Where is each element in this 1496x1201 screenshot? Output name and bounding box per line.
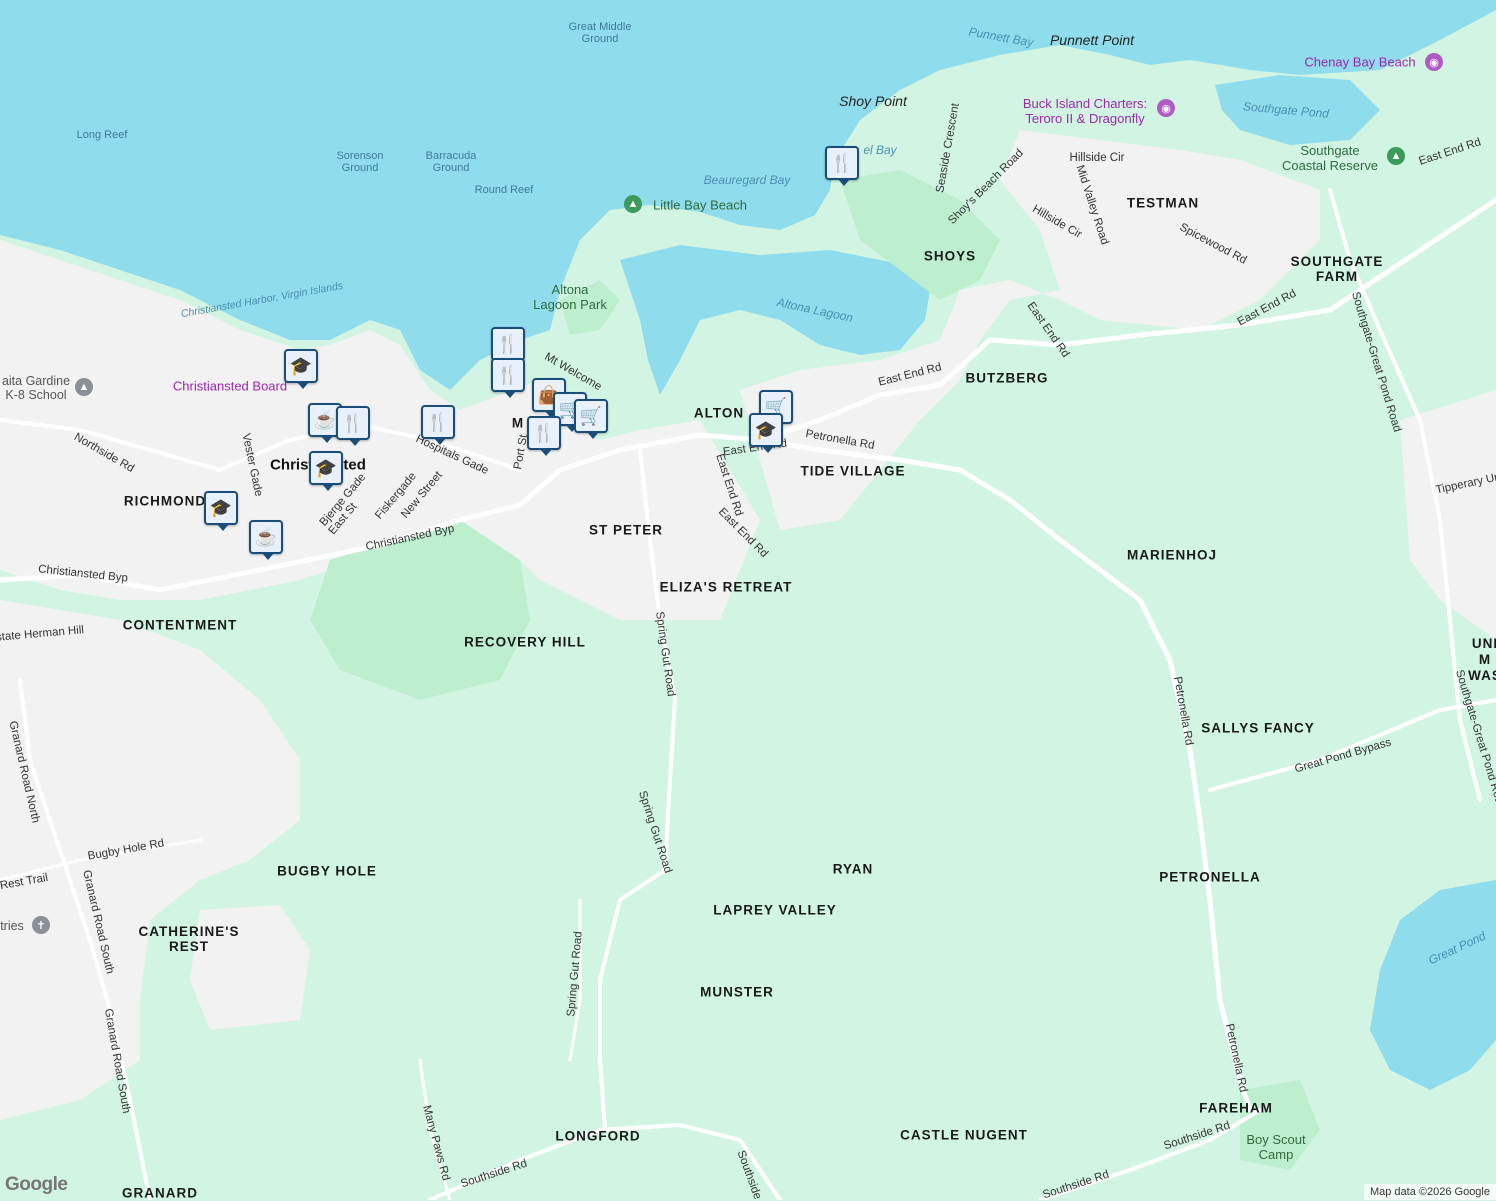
map-canvas[interactable] [0, 0, 1496, 1200]
school-icon: 🎓 [289, 355, 313, 376]
restaurant-marker[interactable]: 🍴 [527, 416, 561, 456]
school-icon: 🎓 [209, 497, 233, 518]
fork-knife-icon: 🍴 [341, 412, 365, 433]
fork-knife-icon: 🍴 [496, 333, 520, 354]
camera-icon[interactable]: ◉ [1157, 99, 1175, 117]
school-marker[interactable]: 🎓 [309, 451, 343, 491]
school-marker[interactable]: 🎓 [749, 413, 783, 453]
google-logo: Google [5, 1174, 68, 1195]
restaurant-marker[interactable]: 🍴 [421, 405, 455, 445]
cart-icon: 🛒 [579, 405, 603, 426]
fork-knife-icon: 🍴 [496, 364, 520, 385]
camera-icon[interactable]: ◉ [1425, 53, 1443, 71]
fork-knife-icon: 🍴 [830, 152, 854, 173]
restaurant-marker[interactable]: 🍴 [491, 358, 525, 398]
tree-icon[interactable]: ▲ [624, 195, 642, 213]
fork-knife-icon: 🍴 [426, 411, 450, 432]
coffee-icon: ☕ [313, 409, 337, 430]
restaurant-marker[interactable]: 🍴 [491, 327, 525, 367]
school-icon: 🎓 [754, 419, 778, 440]
school-icon: 🎓 [314, 457, 338, 478]
tree-icon[interactable]: ▲ [1387, 147, 1405, 165]
church-icon[interactable]: ✝ [32, 916, 50, 934]
urban-catherines [190, 905, 310, 1030]
coffee-icon: ☕ [254, 526, 278, 547]
school-marker[interactable]: 🎓 [284, 349, 318, 389]
restaurant-marker[interactable]: 🍴 [825, 146, 859, 186]
school-marker[interactable]: 🎓 [204, 491, 238, 531]
fork-knife-icon: 🍴 [532, 422, 556, 443]
school-icon[interactable]: ▲ [75, 378, 93, 396]
map-attribution[interactable]: Map data ©2026 Google [1363, 1184, 1496, 1200]
grocery-marker[interactable]: 🛒 [574, 399, 608, 439]
cafe-marker[interactable]: ☕ [249, 520, 283, 560]
restaurant-marker[interactable]: 🍴 [336, 406, 370, 446]
